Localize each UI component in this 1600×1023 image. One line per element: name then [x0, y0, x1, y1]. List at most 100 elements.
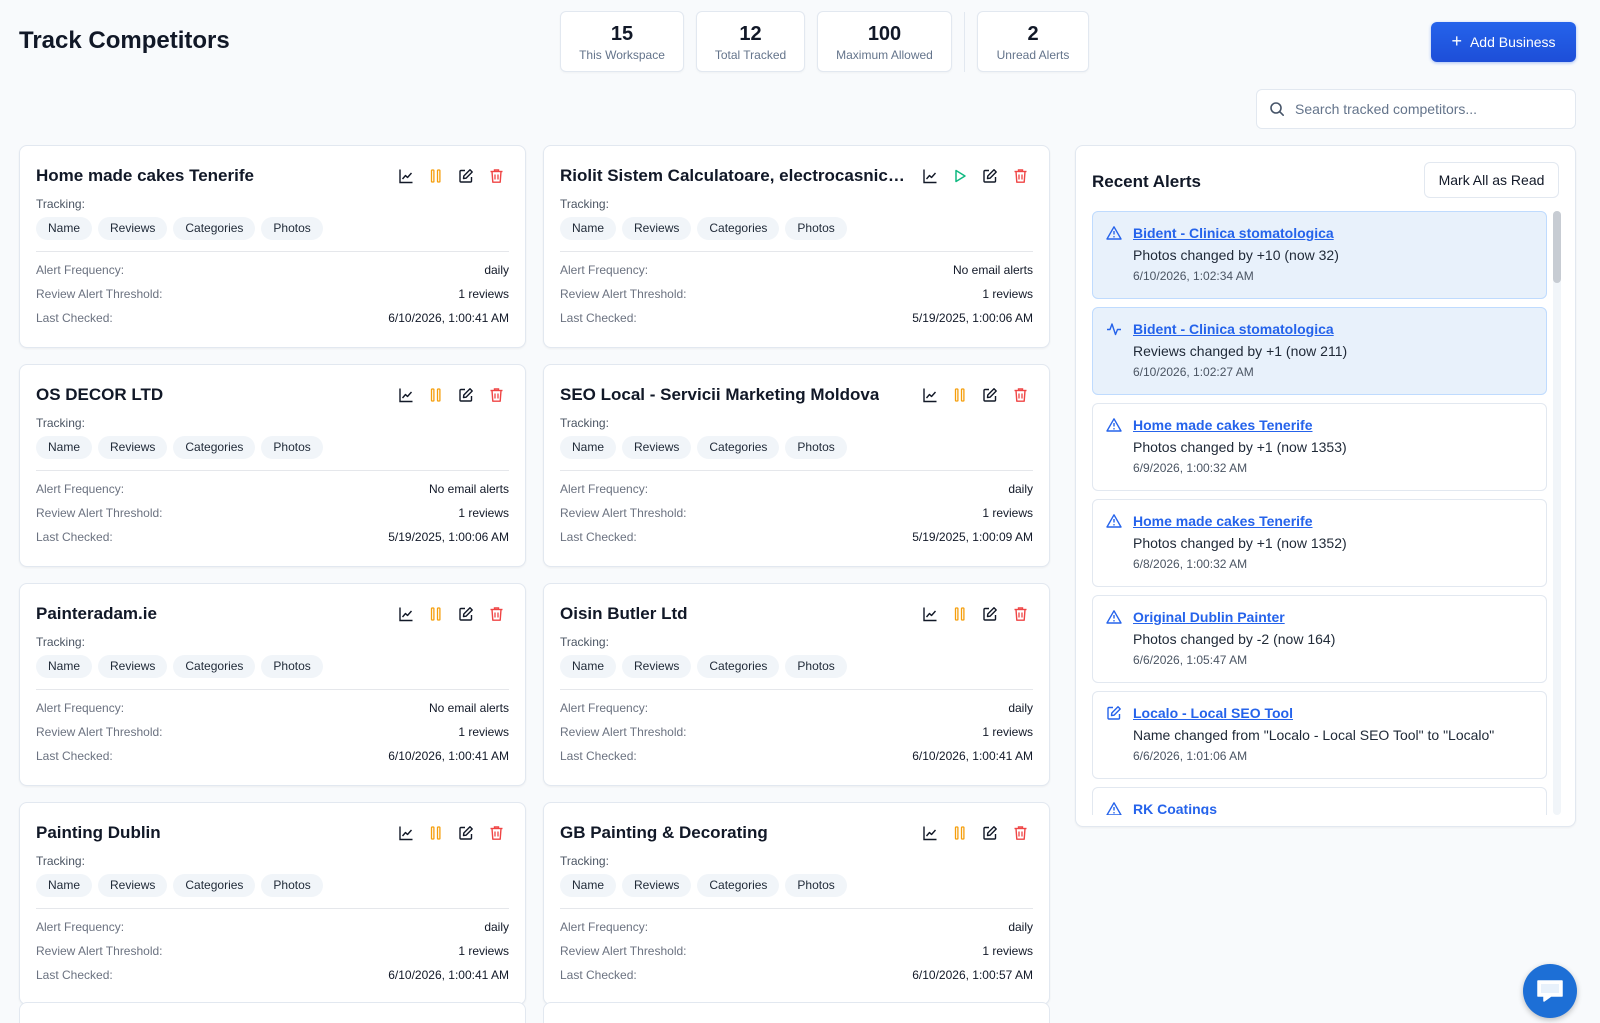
competitor-name: Riolit Sistem Calculatoare, electrocasni… [560, 165, 905, 185]
meta-value: No email alerts [952, 263, 1033, 277]
alert-item[interactable]: Home made cakes Tenerife Photos changed … [1092, 499, 1547, 587]
card-header: GB Painting & Decorating [560, 819, 1033, 846]
pause-icon[interactable] [427, 824, 445, 842]
trash-icon[interactable] [1011, 824, 1029, 842]
chart-icon[interactable] [397, 824, 415, 842]
chart-icon[interactable] [921, 386, 939, 404]
meta-value: 5/19/2025, 1:00:06 AM [912, 311, 1033, 325]
tracking-tags: Name Reviews Categories Photos [560, 874, 1033, 897]
tracking-label: Tracking: [560, 416, 609, 430]
pause-icon[interactable] [951, 605, 969, 623]
card-actions [397, 386, 505, 404]
alert-timestamp: 6/10/2026, 1:02:34 AM [1133, 269, 1254, 283]
trash-icon[interactable] [487, 824, 505, 842]
stat-value: 15 [610, 23, 634, 45]
pause-icon[interactable] [951, 824, 969, 842]
card-actions [921, 167, 1029, 185]
last-checked-row: Last Checked: 6/10/2026, 1:00:41 AM [36, 963, 509, 987]
review-threshold-row: Review Alert Threshold: 1 reviews [36, 501, 509, 525]
meta-key: Last Checked: [36, 530, 113, 544]
mark-all-read-button[interactable]: Mark All as Read [1424, 162, 1559, 198]
alert-item[interactable]: Home made cakes Tenerife Photos changed … [1092, 403, 1547, 491]
tracking-tags: Name Reviews Categories Photos [36, 874, 509, 897]
alert-item[interactable]: Original Dublin Painter Photos changed b… [1092, 595, 1547, 683]
alert-business-link[interactable]: Bident - Clinica stomatologica [1133, 224, 1534, 243]
search-box [1256, 89, 1576, 129]
edit-icon[interactable] [457, 386, 475, 404]
search-input[interactable] [1295, 101, 1565, 117]
alert-business-link[interactable]: Original Dublin Painter [1133, 608, 1534, 627]
card-meta: Alert Frequency: No email alerts Review … [36, 696, 509, 768]
stat-workspace: 15 This Workspace [560, 11, 684, 72]
stat-value: 2 [1027, 23, 1039, 45]
chart-icon[interactable] [397, 386, 415, 404]
alert-business-link[interactable]: Localo - Local SEO Tool [1133, 704, 1534, 723]
alert-item[interactable]: RK Coatings [1092, 787, 1547, 815]
trash-icon[interactable] [487, 386, 505, 404]
chart-icon[interactable] [397, 167, 415, 185]
chart-icon[interactable] [921, 605, 939, 623]
review-threshold-row: Review Alert Threshold: 1 reviews [560, 501, 1033, 525]
tracking-tag: Categories [173, 217, 256, 240]
alert-frequency-row: Alert Frequency: No email alerts [36, 477, 509, 501]
tracking-tags: Name Reviews Categories Photos [36, 655, 509, 678]
chat-support-button[interactable] [1523, 964, 1577, 1018]
chart-icon[interactable] [397, 605, 415, 623]
alert-item[interactable]: Bident - Clinica stomatologica Photos ch… [1092, 211, 1547, 299]
alert-message: Photos changed by -2 (now 164) [1133, 631, 1336, 647]
alerts-scroll-area[interactable]: Bident - Clinica stomatologica Photos ch… [1092, 211, 1561, 815]
alert-business-link[interactable]: Bident - Clinica stomatologica [1133, 320, 1534, 339]
card-actions [397, 605, 505, 623]
trash-icon[interactable] [1011, 605, 1029, 623]
chat-bubble-icon [1537, 980, 1563, 1002]
alert-business-link[interactable]: Home made cakes Tenerife [1133, 416, 1534, 435]
pause-icon[interactable] [427, 167, 445, 185]
chart-icon[interactable] [921, 167, 939, 185]
pause-icon[interactable] [951, 386, 969, 404]
meta-key: Review Alert Threshold: [36, 506, 163, 520]
meta-key: Last Checked: [560, 968, 637, 982]
tracking-tag: Reviews [622, 655, 692, 678]
trash-icon[interactable] [1011, 386, 1029, 404]
edit-icon[interactable] [457, 167, 475, 185]
scrollbar-thumb[interactable] [1553, 211, 1561, 283]
trash-icon[interactable] [487, 167, 505, 185]
card-divider [560, 908, 1033, 909]
edit-icon[interactable] [981, 386, 999, 404]
tracking-tags: Name Reviews Categories Photos [560, 655, 1033, 678]
meta-key: Review Alert Threshold: [36, 287, 163, 301]
alert-frequency-row: Alert Frequency: No email alerts [560, 258, 1033, 282]
pause-icon[interactable] [427, 386, 445, 404]
competitor-card-peek [543, 1002, 1050, 1023]
alert-item[interactable]: Bident - Clinica stomatologica Reviews c… [1092, 307, 1547, 395]
trash-icon[interactable] [1011, 167, 1029, 185]
tracking-tags: Name Reviews Categories Photos [560, 436, 1033, 459]
competitor-card: Riolit Sistem Calculatoare, electrocasni… [543, 145, 1050, 348]
edit-icon[interactable] [981, 167, 999, 185]
alert-timestamp: 6/8/2026, 1:00:32 AM [1133, 557, 1248, 571]
meta-key: Alert Frequency: [36, 263, 125, 277]
edit-icon[interactable] [457, 605, 475, 623]
card-actions [397, 167, 505, 185]
pause-icon[interactable] [427, 605, 445, 623]
edit-icon[interactable] [457, 824, 475, 842]
meta-value: daily [484, 263, 509, 277]
meta-value: daily [484, 920, 509, 934]
tracking-tag: Name [560, 217, 617, 240]
add-business-button[interactable]: + Add Business [1431, 22, 1576, 62]
card-divider [36, 689, 509, 690]
trash-icon[interactable] [487, 605, 505, 623]
competitor-name: Painteradam.ie [36, 603, 157, 623]
tracking-tag: Categories [173, 655, 256, 678]
alert-business-link[interactable]: RK Coatings [1133, 800, 1534, 815]
alert-item[interactable]: Localo - Local SEO Tool Name changed fro… [1092, 691, 1547, 779]
scrollbar-track[interactable] [1553, 211, 1561, 815]
competitor-card: Home made cakes Tenerife Tracking: Name R… [19, 145, 526, 348]
chart-icon[interactable] [921, 824, 939, 842]
alert-frequency-row: Alert Frequency: daily [36, 258, 509, 282]
alert-business-link[interactable]: Home made cakes Tenerife [1133, 512, 1534, 531]
edit-icon[interactable] [981, 605, 999, 623]
edit-icon[interactable] [981, 824, 999, 842]
resume-icon[interactable] [951, 167, 969, 185]
stat-label: Maximum Allowed [836, 48, 933, 62]
